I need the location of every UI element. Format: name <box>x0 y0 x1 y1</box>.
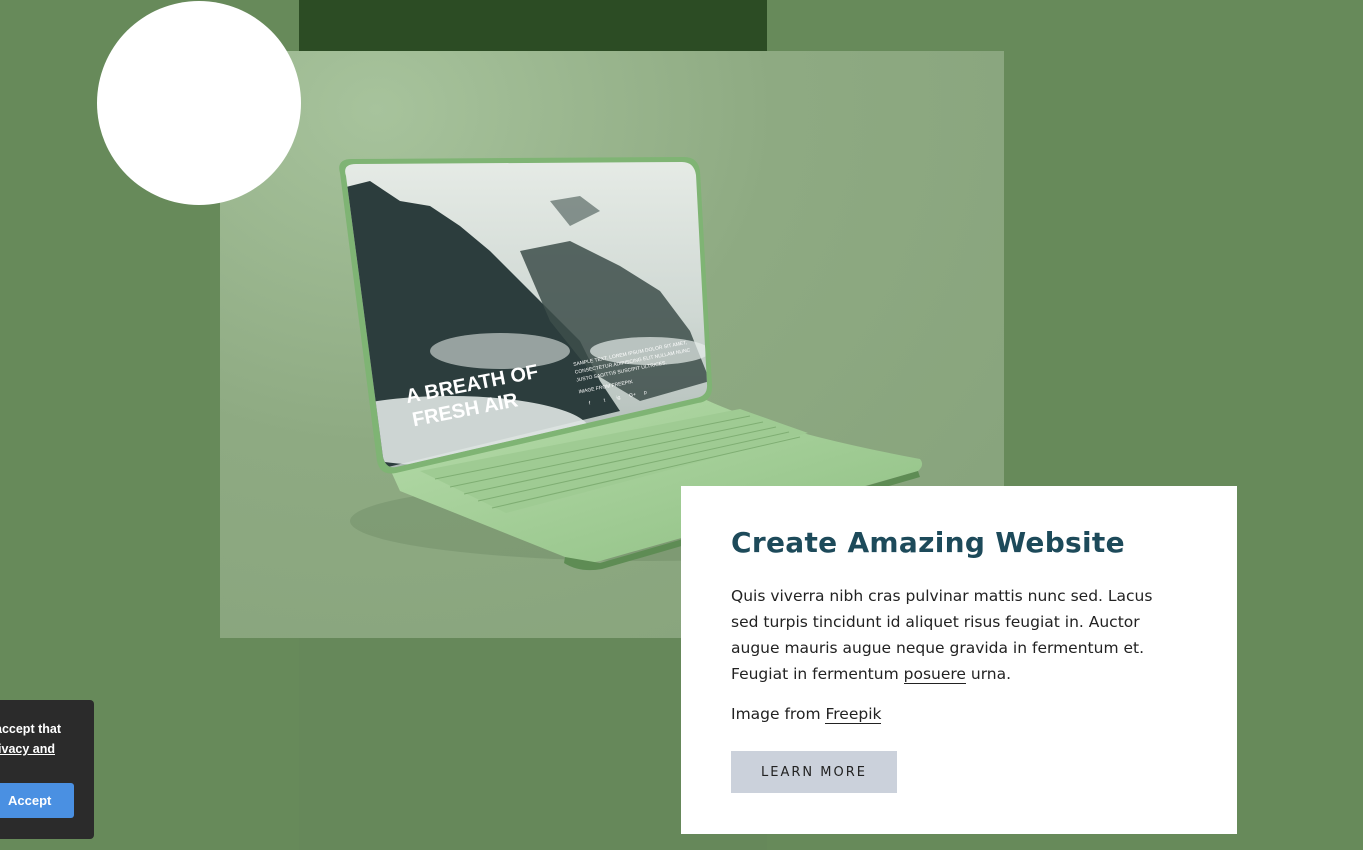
learn-more-button[interactable]: LEARN MORE <box>731 751 897 793</box>
decorative-circle <box>97 1 301 205</box>
card-title: Create Amazing Website <box>731 526 1125 559</box>
privacy-policy-link[interactable]: ivacy and <box>0 742 55 756</box>
content-card: Create Amazing Website Quis viverra nibh… <box>681 486 1237 834</box>
cookie-banner: accept that ivacy and Accept <box>0 700 94 839</box>
credit-prefix: Image from <box>731 705 826 723</box>
card-body-tail: urna. <box>965 665 1012 683</box>
cookie-text-line1: accept that <box>0 722 61 736</box>
freepik-link[interactable]: Freepik <box>825 705 882 724</box>
cookie-text-line2: ivacy and <box>0 742 94 756</box>
image-credit: Image from Freepik <box>731 705 882 724</box>
accept-cookies-button[interactable]: Accept <box>0 783 74 818</box>
card-body: Quis viverra nibh cras pulvinar mattis n… <box>731 583 1171 687</box>
posuere-link[interactable]: posuere <box>903 665 966 684</box>
